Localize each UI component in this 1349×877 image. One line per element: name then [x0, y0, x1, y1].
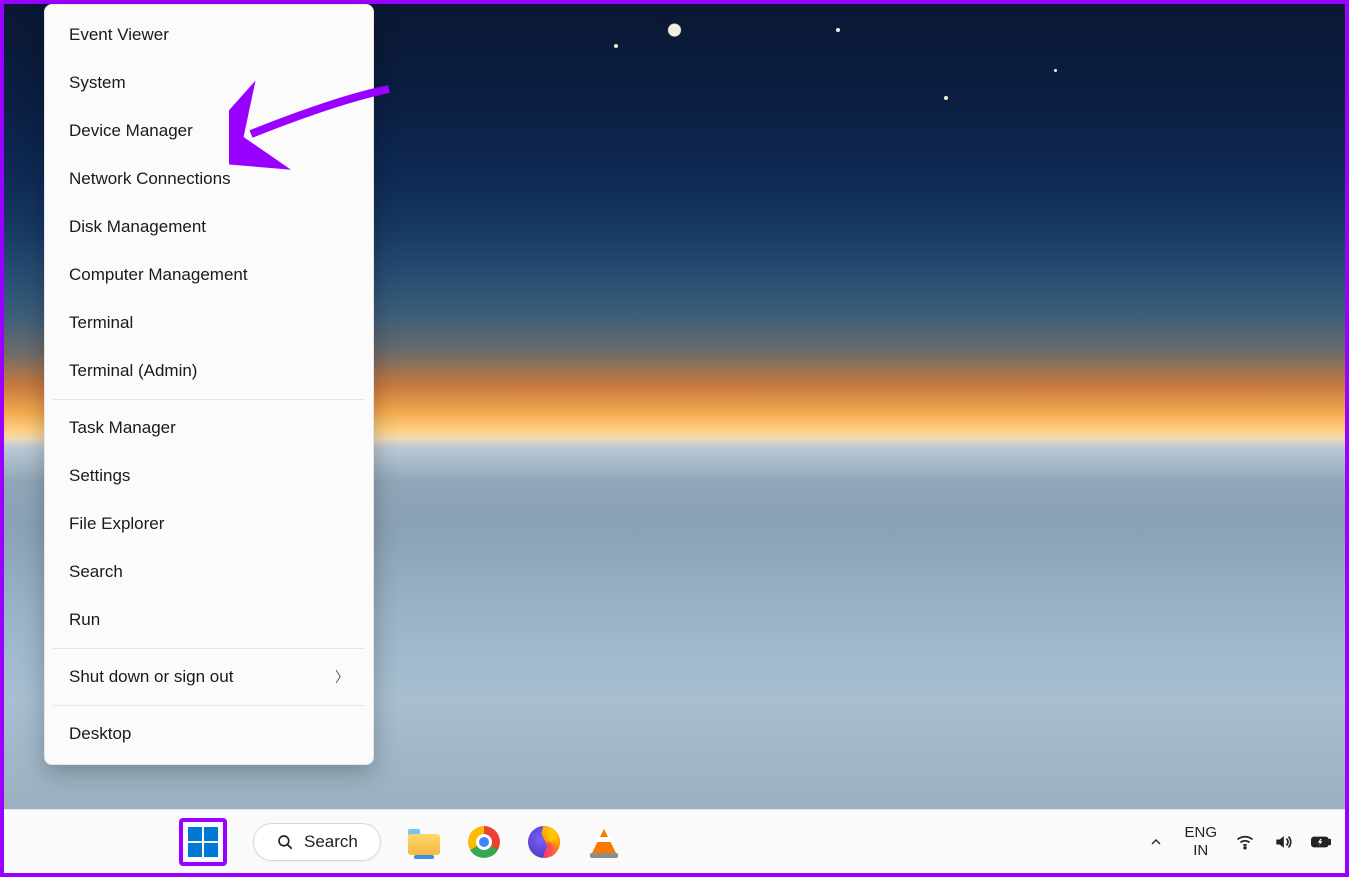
menu-item-task-manager[interactable]: Task Manager — [45, 404, 373, 452]
star-icon — [1054, 69, 1057, 72]
language-bottom: IN — [1184, 842, 1217, 859]
menu-item-label: Task Manager — [69, 418, 176, 438]
taskbar-search[interactable]: Search — [253, 823, 381, 861]
menu-item-search[interactable]: Search — [45, 548, 373, 596]
taskbar-center: Search — [179, 810, 621, 873]
taskbar-app-chrome[interactable] — [467, 825, 501, 859]
menu-divider — [53, 648, 365, 649]
menu-item-terminal[interactable]: Terminal — [45, 299, 373, 347]
menu-item-label: Shut down or sign out — [69, 667, 233, 687]
wifi-icon[interactable] — [1235, 832, 1255, 852]
menu-item-label: Settings — [69, 466, 130, 486]
firefox-icon — [528, 826, 560, 858]
search-icon — [276, 833, 294, 851]
tray-overflow-button[interactable] — [1146, 832, 1166, 852]
menu-divider — [53, 705, 365, 706]
menu-item-desktop[interactable]: Desktop — [45, 710, 373, 758]
menu-item-label: Computer Management — [69, 265, 248, 285]
menu-item-label: Terminal (Admin) — [69, 361, 197, 381]
star-icon — [614, 44, 618, 48]
menu-item-run[interactable]: Run — [45, 596, 373, 644]
taskbar: Search ENG IN — [4, 809, 1345, 873]
menu-item-label: Network Connections — [69, 169, 231, 189]
winx-context-menu[interactable]: Event Viewer System Device Manager Netwo… — [44, 4, 374, 765]
system-tray: ENG IN — [1146, 810, 1331, 873]
menu-item-label: Desktop — [69, 724, 131, 744]
menu-item-label: Disk Management — [69, 217, 206, 237]
file-explorer-icon — [408, 829, 440, 855]
menu-item-network-connections[interactable]: Network Connections — [45, 155, 373, 203]
taskbar-app-file-explorer[interactable] — [407, 825, 441, 859]
menu-item-disk-management[interactable]: Disk Management — [45, 203, 373, 251]
language-indicator[interactable]: ENG IN — [1184, 824, 1217, 859]
menu-item-event-viewer[interactable]: Event Viewer — [45, 11, 373, 59]
menu-item-label: Search — [69, 562, 123, 582]
menu-item-label: Run — [69, 610, 100, 630]
battery-icon[interactable] — [1311, 832, 1331, 852]
language-top: ENG — [1184, 824, 1217, 841]
start-button[interactable] — [179, 818, 227, 866]
menu-item-file-explorer[interactable]: File Explorer — [45, 500, 373, 548]
chrome-icon — [468, 826, 500, 858]
taskbar-search-label: Search — [304, 832, 358, 852]
menu-item-label: System — [69, 73, 126, 93]
menu-item-label: Event Viewer — [69, 25, 169, 45]
star-icon — [944, 96, 948, 100]
menu-item-shutdown[interactable]: Shut down or sign out 〉 — [45, 653, 373, 701]
volume-icon[interactable] — [1273, 832, 1293, 852]
menu-item-label: File Explorer — [69, 514, 164, 534]
star-icon — [836, 28, 840, 32]
chevron-right-icon: 〉 — [335, 667, 349, 687]
menu-item-label: Terminal — [69, 313, 133, 333]
menu-item-terminal-admin[interactable]: Terminal (Admin) — [45, 347, 373, 395]
menu-item-system[interactable]: System — [45, 59, 373, 107]
menu-item-computer-management[interactable]: Computer Management — [45, 251, 373, 299]
menu-item-label: Device Manager — [69, 121, 193, 141]
menu-item-settings[interactable]: Settings — [45, 452, 373, 500]
windows-logo-icon — [188, 827, 218, 857]
vlc-icon — [591, 829, 617, 855]
menu-divider — [53, 399, 365, 400]
menu-item-device-manager[interactable]: Device Manager — [45, 107, 373, 155]
taskbar-app-vlc[interactable] — [587, 825, 621, 859]
taskbar-app-firefox[interactable] — [527, 825, 561, 859]
